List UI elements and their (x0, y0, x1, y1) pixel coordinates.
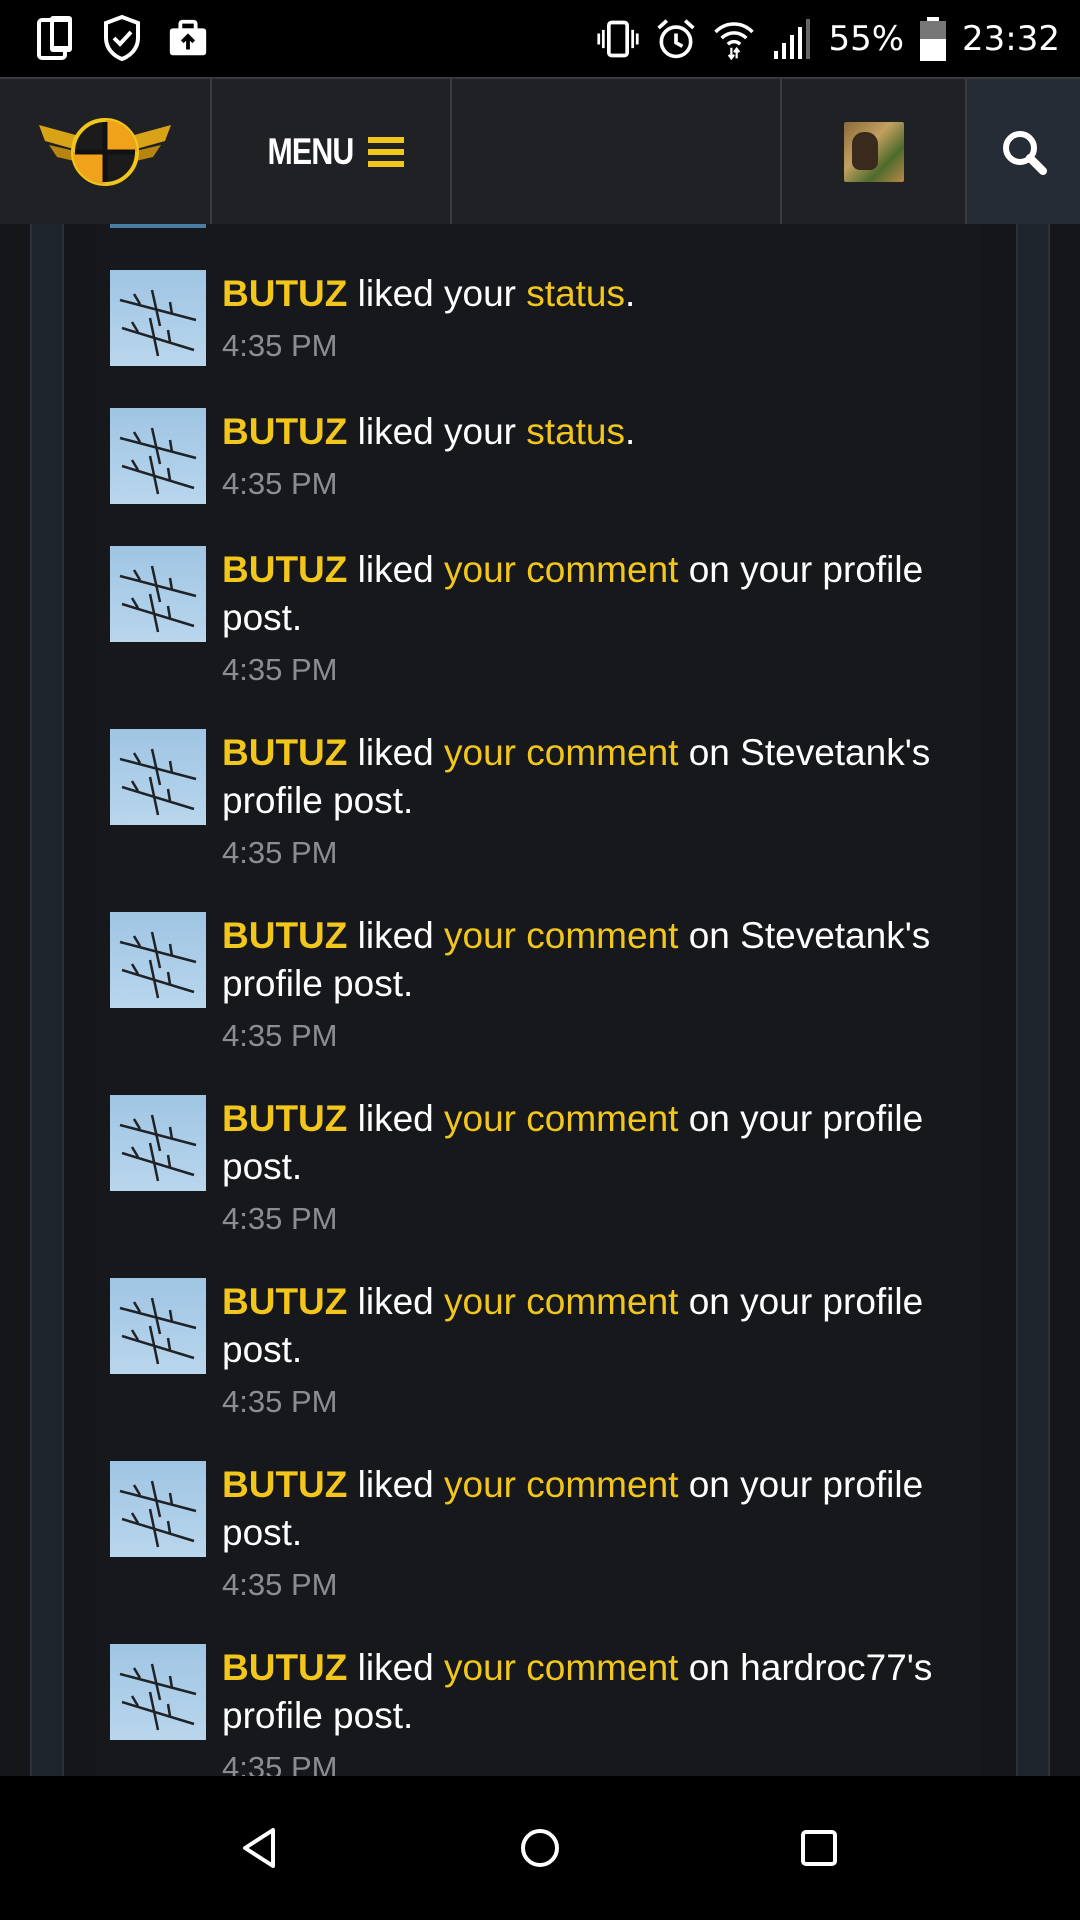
notification-content-link[interactable]: your comment (444, 1464, 678, 1505)
notification-content-link[interactable]: status (526, 273, 625, 314)
notification-verb: liked (347, 732, 445, 773)
notification-time: 4:35 PM (222, 1201, 338, 1236)
notification-body: BUTUZ liked your comment on your profile… (222, 1461, 982, 1603)
header-spacer (452, 79, 782, 224)
notification-time: 4:35 PM (222, 1384, 338, 1419)
previous-item-edge (110, 224, 206, 228)
user-thumbnail[interactable] (110, 1095, 206, 1191)
notification-body: BUTUZ liked your comment on your profile… (222, 546, 982, 688)
phone-screen-icon (34, 12, 78, 64)
notification-time: 4:35 PM (222, 652, 338, 687)
notification-content-link[interactable]: status (526, 411, 625, 452)
notification-username-link[interactable]: BUTUZ (222, 915, 347, 956)
notification-content-link[interactable]: your comment (444, 732, 678, 773)
notification-content-link[interactable]: your comment (444, 1098, 678, 1139)
notification-message: BUTUZ liked your comment on your profile… (222, 1095, 982, 1191)
notification-verb: liked your (347, 411, 527, 452)
user-thumbnail[interactable] (110, 1461, 206, 1557)
menu-button[interactable]: MENU (212, 79, 452, 224)
notification-verb: liked (347, 1098, 445, 1139)
notifications-page: BUTUZ liked your status. 4:35 PM BUTUZ lik… (0, 224, 1080, 1776)
notification-time: 4:35 PM (222, 1018, 338, 1053)
user-thumbnail[interactable] (110, 912, 206, 1008)
notification-username-link[interactable]: BUTUZ (222, 1464, 347, 1505)
notification-verb: liked your (347, 273, 527, 314)
notification-verb: liked (347, 549, 445, 590)
user-thumbnail[interactable] (110, 729, 206, 825)
user-thumbnail[interactable] (110, 270, 206, 366)
notification-time: 4:35 PM (222, 1567, 338, 1602)
back-triangle-icon (243, 1828, 275, 1868)
alarm-icon (654, 13, 698, 65)
notification-username-link[interactable]: BUTUZ (222, 732, 347, 773)
notification-message: BUTUZ liked your comment on your profile… (222, 546, 982, 642)
hamburger-icon (368, 136, 405, 167)
shield-check-icon (100, 12, 144, 64)
signal-icon (770, 13, 814, 65)
search-icon (1002, 130, 1047, 175)
left-rail (30, 224, 64, 1776)
battery-percent: 55% (828, 18, 905, 59)
notification-username-link[interactable]: BUTUZ (222, 1281, 347, 1322)
notification-message: BUTUZ liked your comment on Stevetank's … (222, 912, 982, 1008)
notification-body: BUTUZ liked your status. 4:35 PM (222, 270, 982, 364)
notification-body: BUTUZ liked your comment on your profile… (222, 1095, 982, 1237)
notification-message: BUTUZ liked your comment on your profile… (222, 1278, 982, 1374)
menu-label: MENU (266, 130, 354, 172)
user-avatar (843, 121, 904, 182)
user-thumbnail[interactable] (110, 1278, 206, 1374)
recents-button[interactable] (739, 1776, 899, 1920)
vibrate-icon (596, 13, 640, 65)
notification-content-link[interactable]: your comment (444, 1281, 678, 1322)
notification-message: BUTUZ liked your comment on your profile… (222, 1461, 982, 1557)
user-thumbnail[interactable] (110, 546, 206, 642)
notification-body: BUTUZ liked your comment on Stevetank's … (222, 729, 982, 871)
notification-time: 4:35 PM (222, 1750, 338, 1776)
notification-body: BUTUZ liked your comment on your profile… (222, 1278, 982, 1420)
notification-username-link[interactable]: BUTUZ (222, 549, 347, 590)
notification-content-link[interactable]: your comment (444, 549, 678, 590)
notification-body: BUTUZ liked your comment on hardroc77's … (222, 1644, 982, 1776)
notification-message: BUTUZ liked your comment on Stevetank's … (222, 729, 982, 825)
notification-username-link[interactable]: BUTUZ (222, 411, 347, 452)
notification-verb: liked (347, 1464, 445, 1505)
home-button[interactable] (460, 1776, 620, 1920)
user-thumbnail[interactable] (110, 1644, 206, 1740)
notification-content-link[interactable]: your comment (444, 1647, 678, 1688)
notification-username-link[interactable]: BUTUZ (222, 1647, 347, 1688)
android-nav-bar (0, 1776, 1080, 1920)
notification-content-link[interactable]: your comment (444, 915, 678, 956)
right-rail (1016, 224, 1050, 1776)
battery-icon (918, 13, 948, 65)
back-button[interactable] (181, 1776, 341, 1920)
notification-time: 4:35 PM (222, 835, 338, 870)
notification-username-link[interactable]: BUTUZ (222, 1098, 347, 1139)
home-circle-icon (521, 1829, 559, 1867)
status-bar: 55% 23:32 (0, 0, 1080, 77)
notification-rest: . (625, 411, 636, 452)
notification-message: BUTUZ liked your status. (222, 270, 982, 318)
notification-message: BUTUZ liked your comment on hardroc77's … (222, 1644, 982, 1740)
winged-logo-icon (39, 117, 171, 186)
notification-body: BUTUZ liked your status. 4:35 PM (222, 408, 982, 502)
notification-verb: liked (347, 915, 445, 956)
clock: 23:32 (962, 18, 1060, 59)
notification-body: BUTUZ liked your comment on Stevetank's … (222, 912, 982, 1054)
site-logo[interactable] (0, 79, 212, 224)
briefcase-upload-icon (166, 12, 210, 64)
notification-username-link[interactable]: BUTUZ (222, 273, 347, 314)
notification-verb: liked (347, 1647, 445, 1688)
notification-time: 4:35 PM (222, 328, 338, 363)
notification-message: BUTUZ liked your status. (222, 408, 982, 456)
notification-rest: . (625, 273, 636, 314)
account-button[interactable] (782, 79, 967, 224)
notification-verb: liked (347, 1281, 445, 1322)
site-header: MENU (0, 77, 1080, 224)
notification-time: 4:35 PM (222, 466, 338, 501)
recents-square-icon (801, 1830, 837, 1866)
user-thumbnail[interactable] (110, 408, 206, 504)
wifi-icon (712, 13, 756, 65)
search-button[interactable] (967, 79, 1080, 224)
